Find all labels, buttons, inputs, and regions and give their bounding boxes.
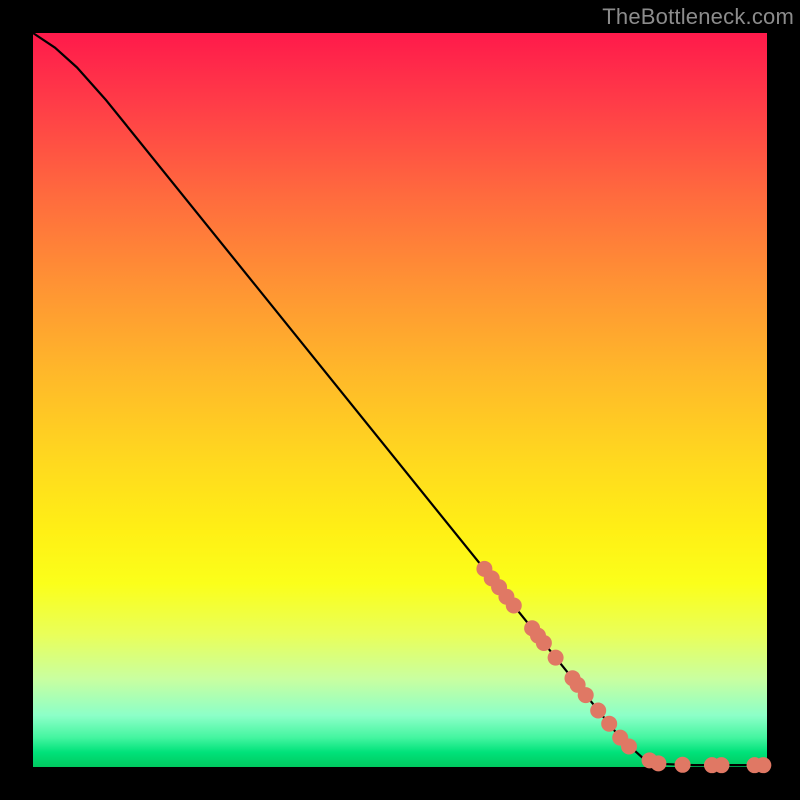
chart-marker (590, 702, 606, 718)
chart-marker (650, 755, 666, 771)
chart-marker (601, 716, 617, 732)
chart-marker (506, 598, 522, 614)
chart-markers (476, 561, 771, 773)
chart-marker (755, 757, 771, 773)
chart-curve (33, 33, 767, 765)
chart-marker (713, 757, 729, 773)
chart-svg (33, 33, 767, 767)
chart-marker (675, 757, 691, 773)
chart-marker (621, 738, 637, 754)
chart-marker (548, 650, 564, 666)
attribution-text: TheBottleneck.com (602, 4, 794, 30)
chart-marker (578, 687, 594, 703)
chart-marker (536, 635, 552, 651)
